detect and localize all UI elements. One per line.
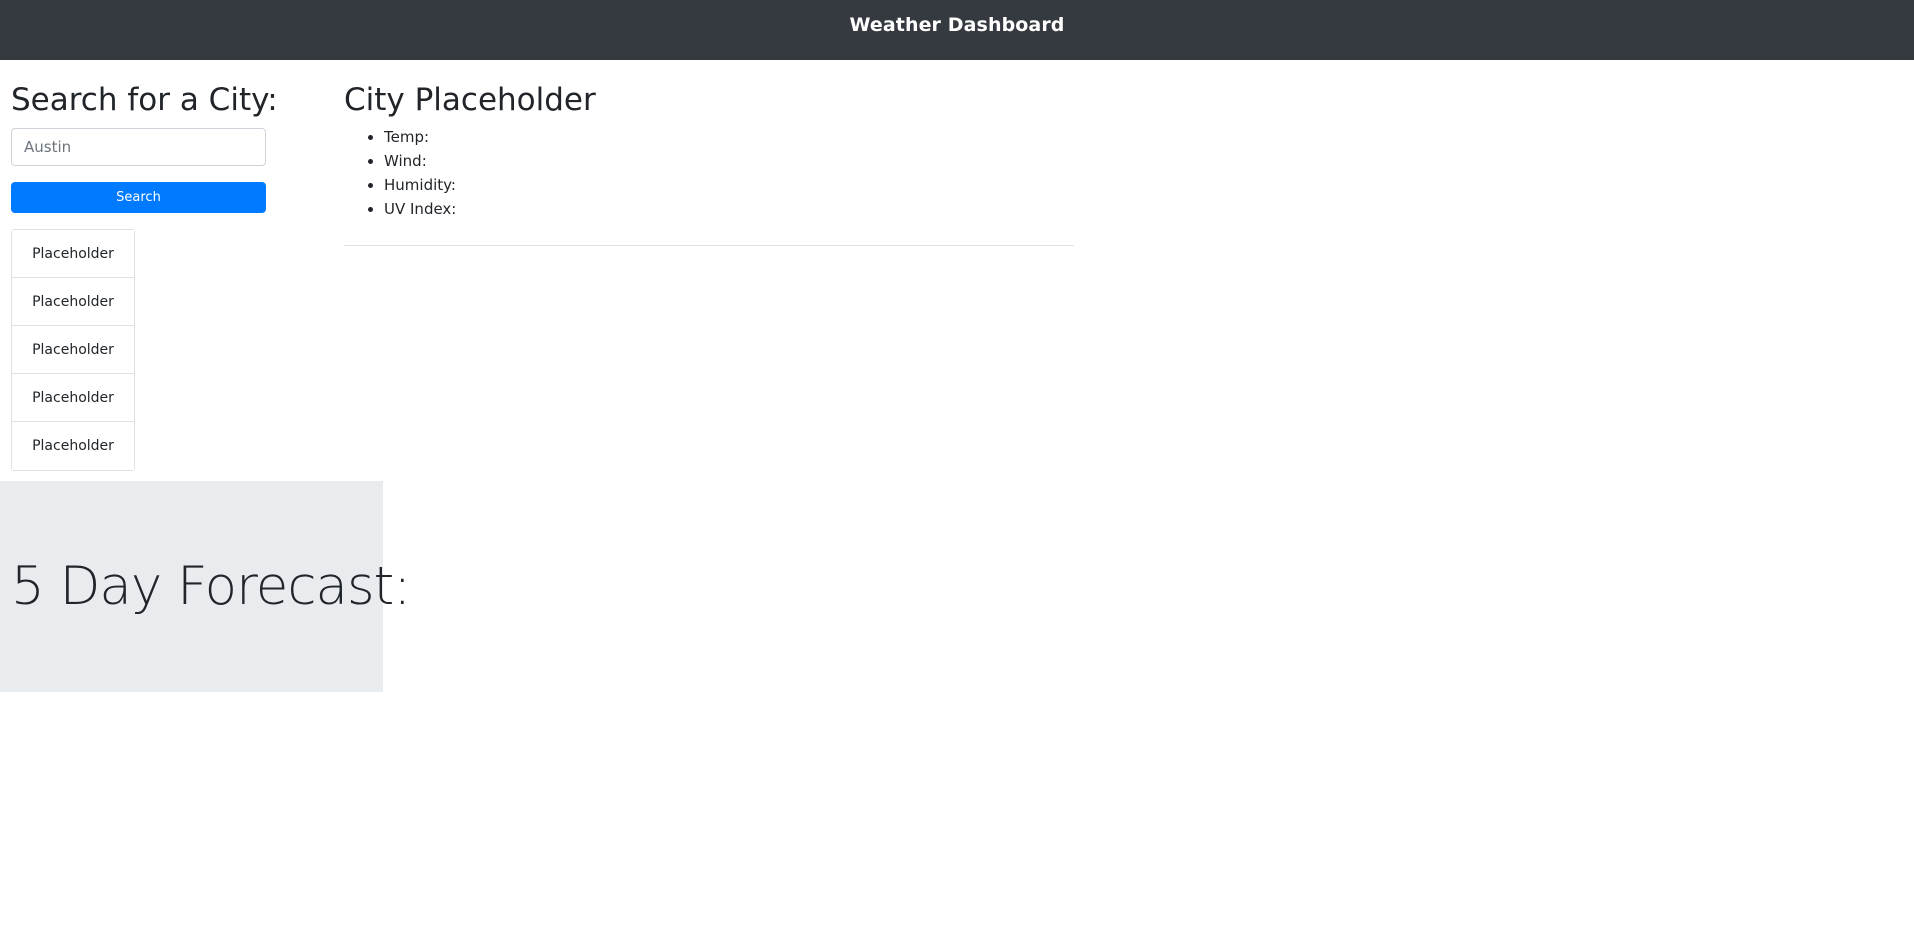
search-heading: Search for a City: xyxy=(11,82,278,118)
forecast-panel: 5 Day Forecast: xyxy=(0,481,411,692)
city-search-input[interactable] xyxy=(11,128,266,167)
search-history-item[interactable]: Placeholder xyxy=(12,326,134,375)
search-history-list: Placeholder Placeholder Placeholder Plac… xyxy=(11,229,135,472)
weather-details-list: Temp: Wind: Humidity: UV Index: xyxy=(344,125,1074,221)
search-history-item[interactable]: Placeholder xyxy=(12,422,134,471)
section-divider xyxy=(344,245,1074,247)
city-title: City Placeholder xyxy=(344,82,596,118)
app-title: Weather Dashboard xyxy=(849,14,1065,36)
search-history-item[interactable]: Placeholder xyxy=(12,278,134,327)
current-weather-section: City Placeholder Temp: Wind: Humidity: U… xyxy=(344,60,1074,254)
search-sidebar: Search for a City: Search Placeholder Pl… xyxy=(11,60,278,472)
navbar: Weather Dashboard xyxy=(0,0,1914,60)
wind-item: Wind: xyxy=(384,149,1074,173)
forecast-title: 5 Day Forecast: xyxy=(11,556,411,617)
temp-item: Temp: xyxy=(384,125,1074,149)
humidity-item: Humidity: xyxy=(384,173,1074,197)
search-history-item[interactable]: Placeholder xyxy=(12,374,134,423)
search-history-item[interactable]: Placeholder xyxy=(12,230,134,279)
search-button[interactable]: Search xyxy=(11,182,266,214)
uv-index-item: UV Index: xyxy=(384,197,1074,221)
